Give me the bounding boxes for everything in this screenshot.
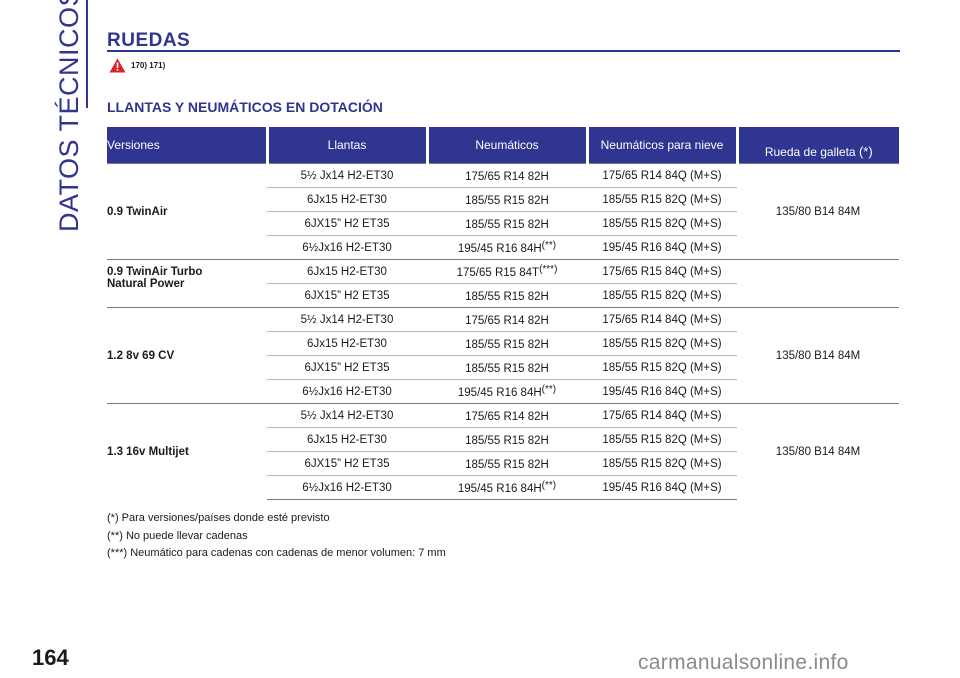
snow-tyre-cell: 185/55 R15 82Q (M+S) xyxy=(587,283,737,308)
warning-ref-numbers: 170) 171) xyxy=(131,61,166,70)
title-rule xyxy=(107,50,900,52)
rim-cell: 6½Jx16 H2-ET30 xyxy=(267,379,427,404)
header-versions: Versiones xyxy=(107,127,267,164)
snow-tyre-cell: 195/45 R16 84Q (M+S) xyxy=(587,235,737,260)
tyre-cell: 175/65 R15 84T(***) xyxy=(427,259,587,284)
footnote: (*) Para versiones/países donde esté pre… xyxy=(107,512,330,524)
header-spare-mark: (*) xyxy=(858,144,873,159)
rim-cell: 5½ Jx14 H2-ET30 xyxy=(267,163,427,188)
snow-tyre-cell: 195/45 R16 84Q (M+S) xyxy=(587,475,737,500)
rim-cell: 5½ Jx14 H2-ET30 xyxy=(267,307,427,332)
snow-tyre-cell: 185/55 R15 82Q (M+S) xyxy=(587,355,737,380)
snow-tyre-cell: 175/65 R14 84Q (M+S) xyxy=(587,403,737,428)
header-spare-wheel: Rueda de galleta (*) xyxy=(735,127,899,164)
rim-cell: 6JX15” H2 ET35 xyxy=(267,451,427,476)
rim-cell: 6Jx15 H2-ET30 xyxy=(267,259,427,284)
rim-cell: 6½Jx16 H2-ET30 xyxy=(267,475,427,500)
snow-tyre-cell: 185/55 R15 82Q (M+S) xyxy=(587,427,737,452)
table-header-row: Versiones Llantas Neumáticos Neumáticos … xyxy=(107,127,899,164)
warning-triangle-icon xyxy=(109,58,126,73)
version-cell: 1.3 16v Multijet xyxy=(107,403,267,500)
snow-tyre-cell: 185/55 R15 82Q (M+S) xyxy=(587,187,737,212)
rim-cell: 5½ Jx14 H2-ET30 xyxy=(267,403,427,428)
rim-cell: 6Jx15 H2-ET30 xyxy=(267,331,427,356)
tyre-cell: 185/55 R15 82H xyxy=(427,427,587,452)
side-divider xyxy=(86,0,88,108)
table-row: 0.9 TwinAir 5½ Jx14 H2-ET30 175/65 R14 8… xyxy=(107,163,899,260)
tyre-cell: 175/65 R14 82H xyxy=(427,307,587,332)
rim-cell: 6½Jx16 H2-ET30 xyxy=(267,235,427,260)
side-section-label: DATOS TÉCNICOS xyxy=(54,0,84,232)
warning-references: 170) 171) xyxy=(109,58,165,73)
header-snow-tyres: Neumáticos para nieve xyxy=(585,127,737,164)
tyre-cell: 185/55 R15 82H xyxy=(427,211,587,236)
tyre-cell: 185/55 R15 82H xyxy=(427,187,587,212)
spare-wheel-cell: 135/80 B14 84M xyxy=(737,163,899,260)
snow-tyre-cell: 175/65 R15 84Q (M+S) xyxy=(587,259,737,284)
tyre-cell: 185/55 R15 82H xyxy=(427,355,587,380)
snow-tyre-cell: 185/55 R15 82Q (M+S) xyxy=(587,331,737,356)
snow-tyre-cell: 195/45 R16 84Q (M+S) xyxy=(587,379,737,404)
section-title: RUEDAS xyxy=(107,30,191,51)
rim-cell: 6Jx15 H2-ET30 xyxy=(267,427,427,452)
rim-cell: 6JX15” H2 ET35 xyxy=(267,355,427,380)
tyre-cell: 185/55 R15 82H xyxy=(427,331,587,356)
tyre-cell: 185/55 R15 82H xyxy=(427,283,587,308)
page-number: 164 xyxy=(32,645,69,670)
tyre-cell: 185/55 R15 82H xyxy=(427,451,587,476)
footnote: (***) Neumático para cadenas con cadenas… xyxy=(107,547,446,559)
footnote: (**) No puede llevar cadenas xyxy=(107,529,248,542)
watermark: carmanualsonline.info xyxy=(638,651,849,674)
tyre-cell: 195/45 R16 84H(**) xyxy=(427,475,587,500)
version-cell: 1.2 8v 69 CV xyxy=(107,307,267,404)
snow-tyre-cell: 175/65 R14 84Q (M+S) xyxy=(587,163,737,188)
snow-tyre-cell: 185/55 R15 82Q (M+S) xyxy=(587,451,737,476)
snow-tyre-cell: 185/55 R15 82Q (M+S) xyxy=(587,211,737,236)
version-cell: 0.9 TwinAir xyxy=(107,163,267,260)
tyre-cell: 195/45 R16 84H(**) xyxy=(427,379,587,404)
header-rims: Llantas xyxy=(265,127,427,164)
rim-cell: 6JX15” H2 ET35 xyxy=(267,283,427,308)
tyre-cell: 195/45 R16 84H(**) xyxy=(427,235,587,260)
table-heading: LLANTAS Y NEUMÁTICOS EN DOTACIÓN xyxy=(107,99,383,115)
rim-cell: 6JX15” H2 ET35 xyxy=(267,211,427,236)
rim-cell: 6Jx15 H2-ET30 xyxy=(267,187,427,212)
footnotes: (*) Para versiones/países donde esté pre… xyxy=(107,510,446,563)
snow-tyre-cell: 175/65 R14 84Q (M+S) xyxy=(587,307,737,332)
spare-wheel-cell xyxy=(737,259,899,308)
table-row: 1.2 8v 69 CV 5½ Jx14 H2-ET30 175/65 R14 … xyxy=(107,307,899,404)
spare-wheel-cell: 135/80 B14 84M xyxy=(737,403,899,500)
table-row: 1.3 16v Multijet 5½ Jx14 H2-ET30 175/65 … xyxy=(107,403,899,500)
header-tyres: Neumáticos xyxy=(425,127,587,164)
tyre-cell: 175/65 R14 82H xyxy=(427,163,587,188)
header-spare-label: Rueda de galleta xyxy=(764,145,856,159)
table-row: 0.9 TwinAir Turbo Natural Power 6Jx15 H2-… xyxy=(107,259,899,308)
wheels-table: Versiones Llantas Neumáticos Neumáticos … xyxy=(107,127,899,500)
spare-wheel-cell: 135/80 B14 84M xyxy=(737,307,899,404)
tyre-cell: 175/65 R14 82H xyxy=(427,403,587,428)
version-cell: 0.9 TwinAir Turbo Natural Power xyxy=(107,259,267,308)
